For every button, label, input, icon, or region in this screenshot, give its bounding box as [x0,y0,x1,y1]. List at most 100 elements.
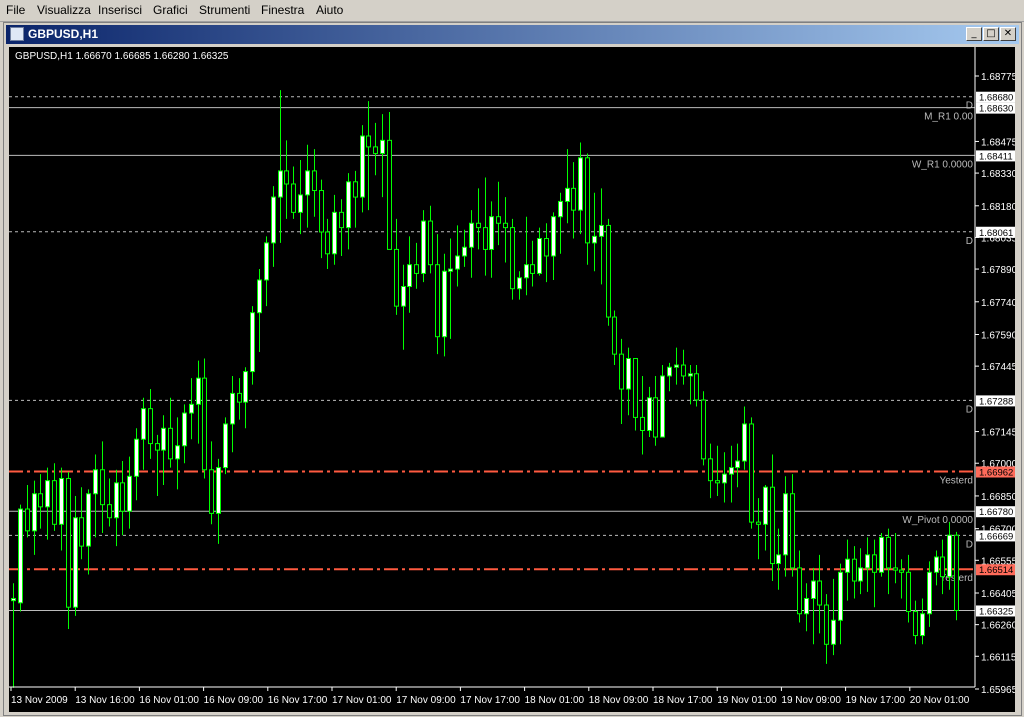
candle-body [817,580,822,606]
candle-body [435,264,440,338]
menu-file[interactable]: File [6,3,25,17]
candle-body [742,423,747,462]
price-tick-label: 1.68775 [981,72,1015,83]
time-tick-label: 13 Nov 16:00 [75,695,135,706]
candle-body [271,196,276,244]
candle-body [387,139,392,250]
candle-body [633,358,638,418]
candle-body [667,366,672,377]
candle-body [462,246,467,257]
time-tick-label: 16 Nov 01:00 [139,695,199,706]
price-tick-label: 1.66850 [981,492,1015,503]
time-tick-label: 19 Nov 17:00 [846,695,906,706]
candle-body [852,558,857,582]
candle-body [155,443,160,451]
candle-body [291,183,296,213]
candle-body [913,611,918,637]
menu-visualizza[interactable]: Visualizza [37,3,91,17]
candle-body [250,312,255,373]
candle-body [776,554,781,565]
candle-body [749,423,754,523]
candle-body [93,469,98,495]
candle-body [380,139,385,154]
candle-body [524,264,529,279]
candle-body [640,416,645,431]
price-tick-label: 1.67145 [981,428,1015,439]
candle-body [52,480,57,525]
maximize-button[interactable]: □ [983,27,999,41]
time-tick-label: 17 Nov 09:00 [396,695,456,706]
candle-body [325,231,330,255]
candle-body [551,216,556,257]
candle-body [175,445,180,460]
candle-body [107,504,112,519]
level-label: D [966,101,973,112]
candle-body [278,170,283,198]
price-tick-label: 1.67890 [981,265,1015,276]
menu-aiuto[interactable]: Aiuto [316,3,343,17]
candle-body [45,480,50,508]
window-titlebar[interactable]: GBPUSD,H1 _ □ ✕ [6,25,1019,44]
candle-body [32,493,37,532]
menu-grafici[interactable]: Grafici [153,3,188,17]
time-tick-label: 19 Nov 01:00 [717,695,777,706]
candle-body [428,220,433,266]
candle-body [558,200,563,218]
chart-area[interactable]: D M_R1 0.00 W_R1 0.0000 D D Yesterd W_Pivot 0.… [9,47,1018,712]
level-label: W_Pivot 0.0000 [902,515,973,526]
candle-body [879,536,884,573]
price-tick-label: 1.67590 [981,331,1015,342]
candle-body [161,427,166,451]
candle-body [694,373,699,401]
candle-body [886,536,891,569]
candle-body [196,377,201,405]
candle-body [517,277,522,290]
time-tick-label: 13 Nov 2009 [11,695,68,706]
minimize-button[interactable]: _ [966,27,982,41]
candle-body [73,517,78,608]
price-tick-label: 1.66405 [981,589,1015,600]
menu-inserisci[interactable]: Inserisci [98,3,142,17]
candle-body [148,408,153,445]
candle-body [619,353,624,390]
candle-body [18,508,23,604]
candle-body [11,597,16,602]
price-tag-label: 1.68411 [979,151,1013,162]
price-tick-label: 1.66115 [981,652,1015,663]
price-tag-label: 1.66780 [979,507,1013,518]
candle-body [715,480,720,484]
price-chart[interactable]: DM_R1 0.00W_R1 0.0000DDYesterdW_Pivot 0.… [9,47,1018,712]
candle-body [872,554,877,573]
price-tick-label: 1.67740 [981,298,1015,309]
candle-body [394,248,399,307]
candle-body [927,571,932,615]
candle-body [223,423,228,469]
menu-bar: File Visualizza Inserisci Grafici Strume… [0,0,1024,22]
candle-body [756,521,761,525]
candle-body [360,135,365,198]
price-tag-label: 1.68630 [979,104,1013,115]
candle-body [530,264,535,274]
candle-body [660,375,665,438]
candle-body [100,469,105,506]
candle-body [353,181,358,198]
candle-body [940,556,945,578]
candle-body [674,364,679,368]
time-tick-label: 18 Nov 01:00 [525,695,585,706]
menu-strumenti[interactable]: Strumenti [199,3,250,17]
window-title: GBPUSD,H1 [28,27,99,41]
price-tick-label: 1.68180 [981,202,1015,213]
candle-body [38,493,43,508]
candle-body [893,567,898,571]
candle-body [216,467,221,514]
close-button[interactable]: ✕ [1000,27,1016,41]
candle-body [407,264,412,288]
menu-finestra[interactable]: Finestra [261,3,304,17]
chart-window-icon [10,27,24,41]
candle-body [189,403,194,414]
candle-body [947,534,952,578]
candle-body [811,580,816,599]
candle-body [804,597,809,615]
candle-body [783,493,788,556]
candle-body [729,467,734,475]
